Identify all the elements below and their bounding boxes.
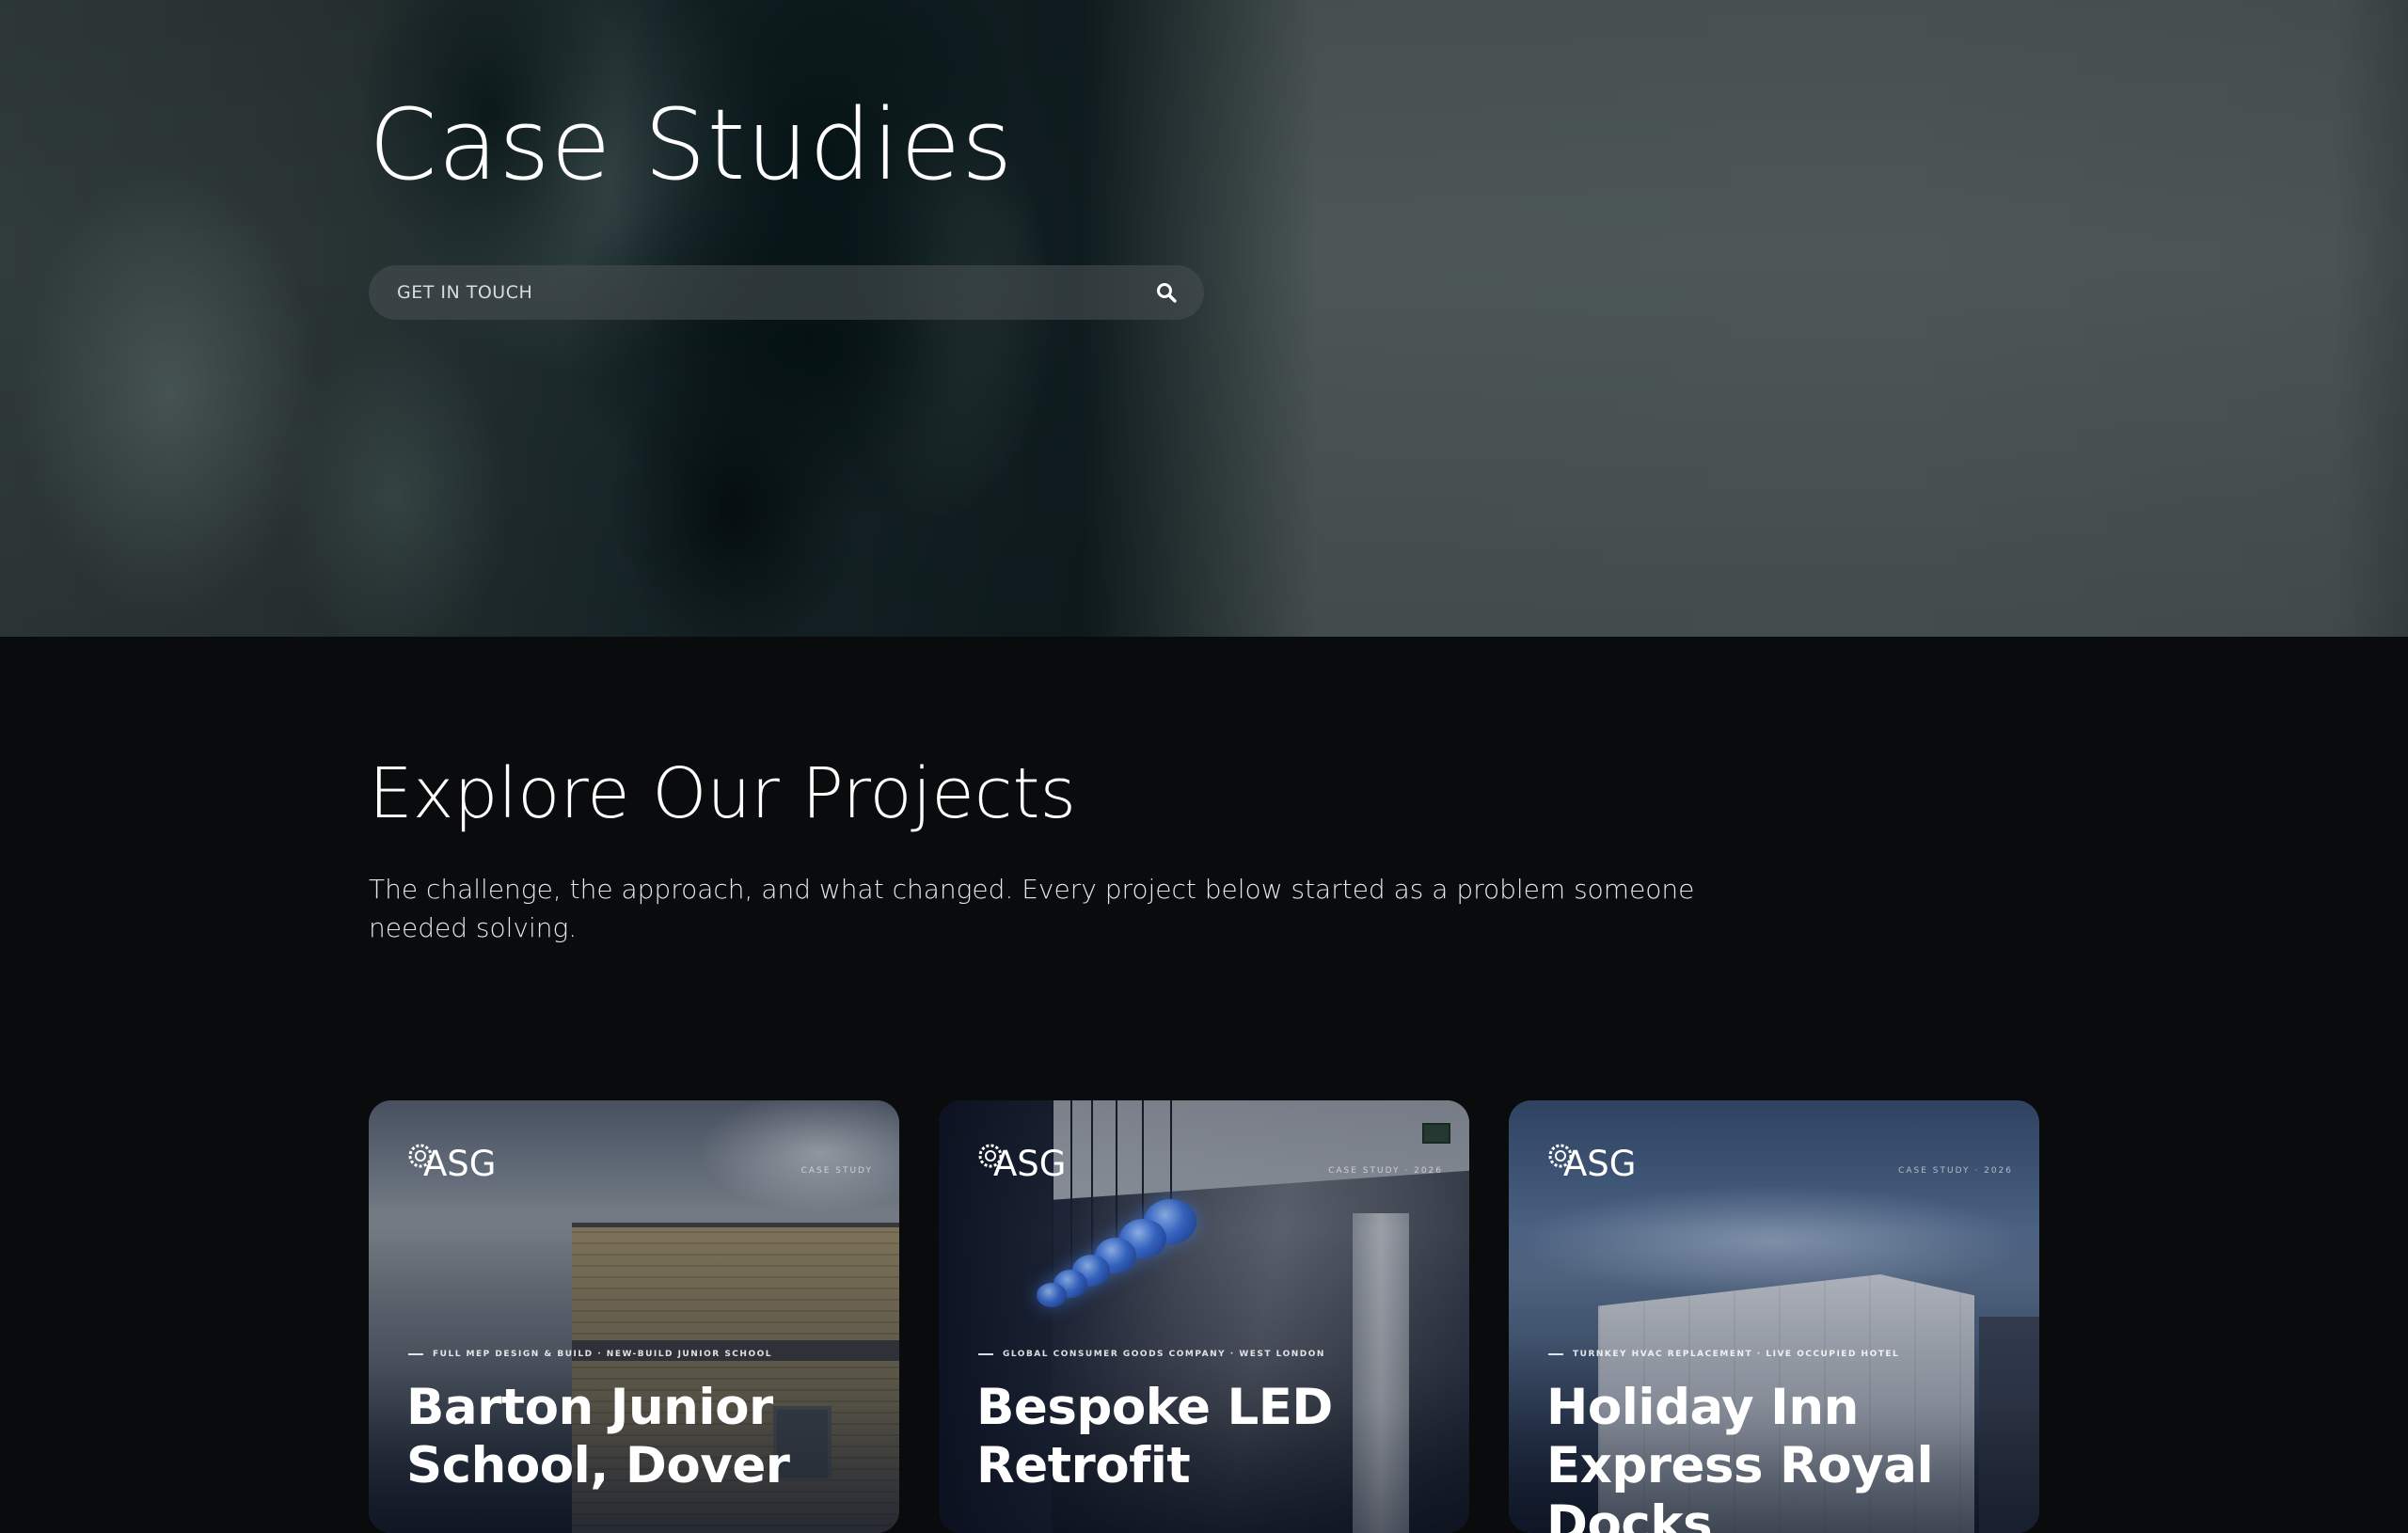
card-title: Bespoke LED Retrofit <box>976 1379 1333 1494</box>
card-meta: TURNKEY HVAC REPLACEMENT · LIVE OCCUPIED… <box>1548 1350 1899 1359</box>
card-kicker: CASE STUDY <box>800 1166 873 1176</box>
page-title: Case Studies <box>369 87 1014 202</box>
search-input[interactable] <box>395 281 1149 304</box>
search-button[interactable] <box>1149 276 1183 309</box>
case-study-card[interactable]: ASG CASE STUDY · 2026 TURNKEY HVAC REPLA… <box>1509 1100 2039 1533</box>
card-title: Holiday Inn Express Royal Docks <box>1546 1379 1934 1533</box>
card-meta-text: GLOBAL CONSUMER GOODS COMPANY · WEST LON… <box>1003 1350 1325 1359</box>
card-meta: GLOBAL CONSUMER GOODS COMPANY · WEST LON… <box>978 1350 1325 1359</box>
logo-text: ASG <box>993 1144 1067 1184</box>
asg-logo: ASG <box>1546 1140 1636 1181</box>
card-title: Barton Junior School, Dover <box>406 1379 790 1494</box>
card-kicker: CASE STUDY · 2026 <box>1898 1166 2013 1176</box>
case-study-card[interactable]: ASG CASE STUDY · 2026 GLOBAL CONSUMER GO… <box>939 1100 1469 1533</box>
case-study-card[interactable]: ASG CASE STUDY FULL MEP DESIGN & BUILD ·… <box>369 1100 899 1533</box>
logo-text: ASG <box>1563 1144 1637 1184</box>
card-meta-text: TURNKEY HVAC REPLACEMENT · LIVE OCCUPIED… <box>1573 1350 1900 1359</box>
section-title: Explore Our Projects <box>369 753 1077 834</box>
search-icon <box>1157 283 1177 303</box>
hero-banner: Case Studies <box>0 0 2408 637</box>
case-study-grid: ASG CASE STUDY FULL MEP DESIGN & BUILD ·… <box>369 1100 2039 1533</box>
logo-text: ASG <box>423 1144 497 1184</box>
card-meta-text: FULL MEP DESIGN & BUILD · NEW-BUILD JUNI… <box>433 1350 772 1359</box>
card-kicker: CASE STUDY · 2026 <box>1328 1166 1443 1176</box>
asg-logo: ASG <box>406 1140 496 1181</box>
contact-search-bar[interactable] <box>369 265 1204 320</box>
asg-logo: ASG <box>976 1140 1066 1181</box>
card-meta: FULL MEP DESIGN & BUILD · NEW-BUILD JUNI… <box>408 1350 772 1359</box>
section-description: The challenge, the approach, and what ch… <box>369 874 1695 943</box>
